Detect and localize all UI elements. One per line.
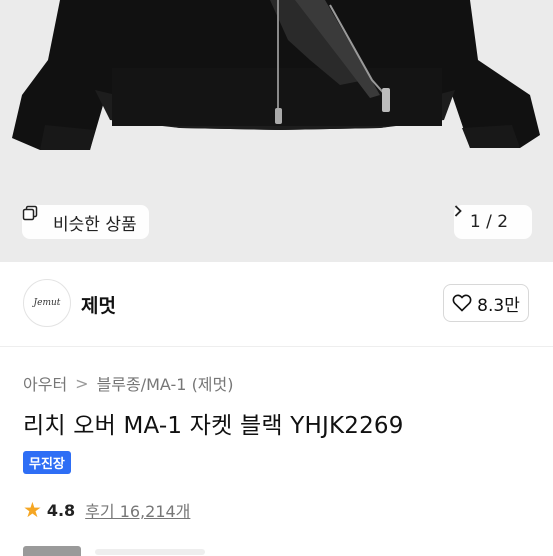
brand-logo[interactable]: Jemut [23,279,71,327]
product-image[interactable]: 비슷한 상품 1 / 2 [0,0,553,262]
rating-row: ★ 4.8 후기 16,214개 [23,498,190,522]
section-divider [0,346,553,347]
copy-icon [22,205,48,230]
like-count: 8.3만 [477,295,520,316]
similar-products-label: 비슷한 상품 [53,214,137,235]
image-pager[interactable]: 1 / 2 [454,205,532,239]
tag-chip-placeholder [95,549,205,555]
product-title: 리치 오버 MA-1 자켓 블랙 YHJK2269 [23,413,404,439]
similar-products-button[interactable]: 비슷한 상품 [22,205,149,239]
heart-icon [452,294,472,312]
brand-row[interactable]: Jemut 제멋 8.3만 [0,262,553,346]
breadcrumb: 아우터 > 블루종/MA-1 (제멋) [23,371,234,395]
tag-chip [23,546,81,556]
rating-score: 4.8 [46,500,76,520]
star-icon: ★ [23,497,42,522]
reviews-link[interactable]: 후기 16,214개 [85,498,190,522]
pager-text: 1 / 2 [469,212,509,232]
breadcrumb-subcategory[interactable]: 블루종/MA-1 (제멋) [97,371,234,395]
chevron-right-icon: > [75,373,89,393]
brand-logo-text: Jemut [33,298,61,308]
brand-name[interactable]: 제멋 [81,291,116,318]
like-button[interactable]: 8.3만 [443,284,529,322]
shipping-badge: 무진장 [23,451,71,474]
breadcrumb-category[interactable]: 아우터 [23,371,67,395]
